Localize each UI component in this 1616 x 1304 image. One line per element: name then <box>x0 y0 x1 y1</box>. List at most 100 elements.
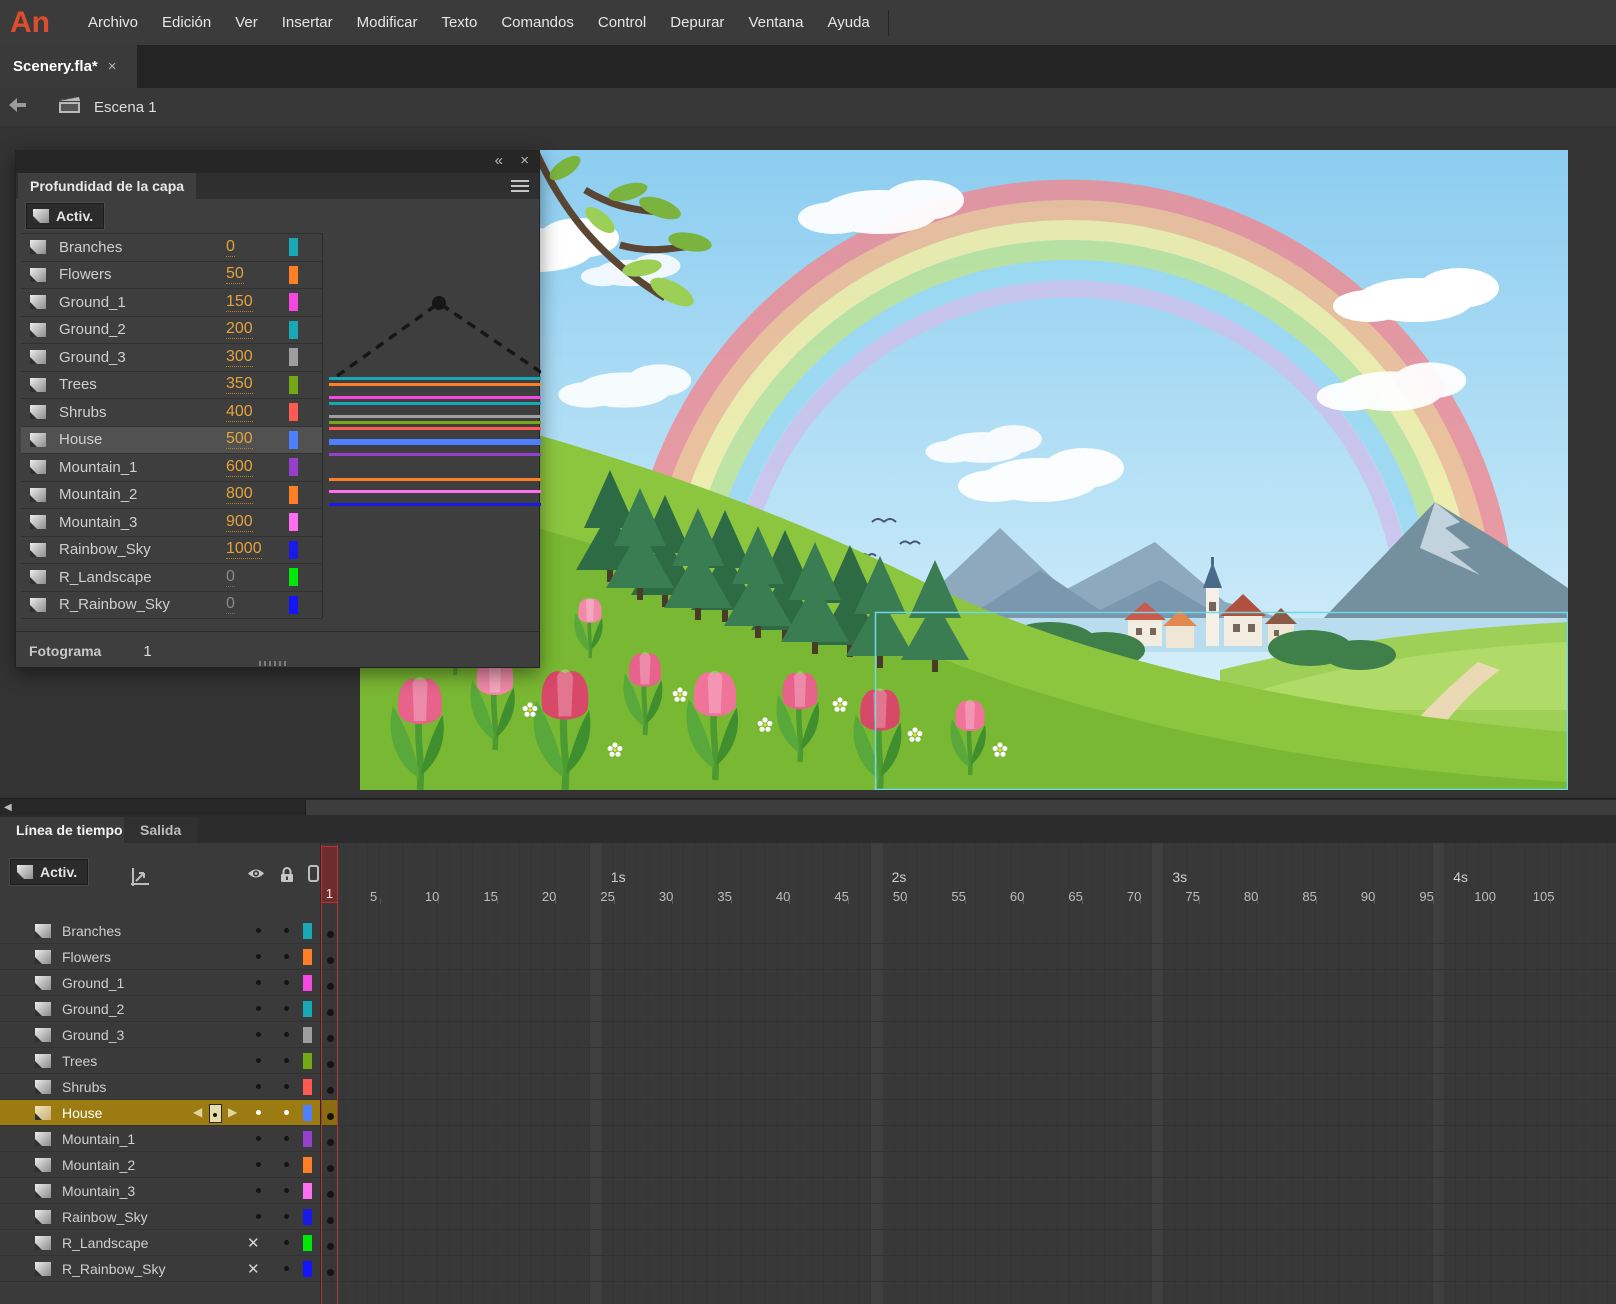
layer-color-swatch[interactable] <box>289 238 298 256</box>
depth-layer-row-flowers[interactable]: Flowers50 <box>21 262 322 290</box>
timeline-layer-row-flowers[interactable]: Flowers <box>0 944 320 970</box>
layer-color-swatch[interactable] <box>289 403 298 421</box>
layer-visibility-dot[interactable] <box>256 1214 261 1219</box>
panel-titlebar[interactable]: « × <box>16 151 539 173</box>
depth-value-field[interactable]: 50 <box>226 265 244 284</box>
depth-layer-row-mountain_3[interactable]: Mountain_3900 <box>21 509 322 537</box>
menu-comandos[interactable]: Comandos <box>489 14 586 31</box>
layer-outline-color-swatch[interactable] <box>303 1079 312 1095</box>
depth-value-field[interactable]: 350 <box>226 375 253 394</box>
depth-layer-row-branches[interactable]: Branches0 <box>21 234 322 262</box>
layer-outline-color-swatch[interactable] <box>303 1053 312 1069</box>
depth-layer-row-shrubs[interactable]: Shrubs400 <box>21 399 322 427</box>
depth-value-field[interactable]: 0 <box>226 238 235 257</box>
layer-visibility-dot[interactable] <box>256 980 261 985</box>
timeline-grid-row-mountain_1[interactable] <box>321 1126 1616 1152</box>
outline-color-column-icon[interactable] <box>308 865 319 887</box>
layer-color-swatch[interactable] <box>289 513 298 531</box>
timeline-grid-row-r_rainbow_sky[interactable] <box>321 1256 1616 1282</box>
playhead[interactable]: 1 <box>321 846 338 903</box>
timeline-layer-row-rainbow_sky[interactable]: Rainbow_Sky <box>0 1204 320 1230</box>
layer-lock-dot[interactable] <box>284 1136 289 1141</box>
timeline-layer-row-ground_1[interactable]: Ground_1 <box>0 970 320 996</box>
menu-depurar[interactable]: Depurar <box>658 14 736 31</box>
layer-lock-dot[interactable] <box>284 1084 289 1089</box>
timeline-active-layers-button[interactable]: Activ. <box>10 859 88 885</box>
camera-depth-handle[interactable] <box>432 296 446 310</box>
timeline-layer-row-mountain_3[interactable]: Mountain_3 <box>0 1178 320 1204</box>
layer-visibility-dot[interactable] <box>256 1136 261 1141</box>
tab-layer-depth[interactable]: Profundidad de la capa <box>18 173 196 199</box>
layer-lock-dot[interactable] <box>284 1006 289 1011</box>
active-layers-button[interactable]: Activ. <box>26 203 104 229</box>
timeline-grid-row-flowers[interactable] <box>321 944 1616 970</box>
layer-visibility-dot[interactable] <box>256 954 261 959</box>
layer-hidden-x-icon[interactable]: ✕ <box>247 1234 260 1252</box>
timeline-grid-row-rainbow_sky[interactable] <box>321 1204 1616 1230</box>
depth-value-field[interactable]: 200 <box>226 320 253 339</box>
timeline-grid-row-shrubs[interactable] <box>321 1074 1616 1100</box>
timeline-layer-row-branches[interactable]: Branches <box>0 918 320 944</box>
layer-color-swatch[interactable] <box>289 541 298 559</box>
timeline-layer-row-ground_3[interactable]: Ground_3 <box>0 1022 320 1048</box>
layer-color-swatch[interactable] <box>289 568 298 586</box>
layer-color-swatch[interactable] <box>289 376 298 394</box>
back-arrow-icon[interactable] <box>8 97 28 118</box>
depth-layer-row-house[interactable]: House500 <box>21 427 322 455</box>
depth-value-field[interactable]: 400 <box>226 403 253 422</box>
timeline-grid-row-house[interactable] <box>321 1100 1616 1126</box>
stage-canvas[interactable] <box>360 150 1568 790</box>
menu-control[interactable]: Control <box>586 14 658 31</box>
collapse-panel-icon[interactable]: « <box>495 152 503 169</box>
timeline-grid-row-ground_2[interactable] <box>321 996 1616 1022</box>
document-tab[interactable]: Scenery.fla* × <box>0 45 137 88</box>
menu-insertar[interactable]: Insertar <box>270 14 345 31</box>
layer-visibility-dot[interactable] <box>256 1162 261 1167</box>
layer-color-swatch[interactable] <box>289 486 298 504</box>
timeline-layer-row-shrubs[interactable]: Shrubs <box>0 1074 320 1100</box>
timeline-layer-row-mountain_2[interactable]: Mountain_2 <box>0 1152 320 1178</box>
timeline-grid-row-mountain_3[interactable] <box>321 1178 1616 1204</box>
menu-archivo[interactable]: Archivo <box>76 14 150 31</box>
tab-línea-de-tiempo[interactable]: Línea de tiempo <box>0 817 139 843</box>
layer-lock-dot[interactable] <box>284 1162 289 1167</box>
layer-visibility-dot[interactable] <box>256 1188 261 1193</box>
layer-visibility-dot[interactable] <box>256 1032 261 1037</box>
depth-value-field[interactable]: 900 <box>226 513 253 532</box>
menu-modificar[interactable]: Modificar <box>345 14 430 31</box>
timeline-grid[interactable]: 1s2s3s4s51015202530354045505560657075808… <box>321 843 1616 1304</box>
layer-outline-color-swatch[interactable] <box>303 1027 312 1043</box>
lock-all-icon[interactable] <box>280 867 294 888</box>
layer-color-swatch[interactable] <box>289 293 298 311</box>
previous-keyframe-icon[interactable]: ◀ <box>193 1105 202 1119</box>
show-hide-all-eye-icon[interactable] <box>247 867 265 885</box>
timeline-grid-row-ground_1[interactable] <box>321 970 1616 996</box>
layer-visibility-dot[interactable] <box>256 1084 261 1089</box>
easing-graph-icon[interactable] <box>130 867 150 892</box>
panel-menu-icon[interactable] <box>511 180 529 192</box>
layer-outline-color-swatch[interactable] <box>303 1001 312 1017</box>
menu-ventana[interactable]: Ventana <box>736 14 815 31</box>
depth-value-field[interactable]: 800 <box>226 485 253 504</box>
timeline-layer-row-ground_2[interactable]: Ground_2 <box>0 996 320 1022</box>
depth-layer-row-mountain_2[interactable]: Mountain_2800 <box>21 482 322 510</box>
layer-lock-dot[interactable] <box>284 980 289 985</box>
menu-edición[interactable]: Edición <box>150 14 223 31</box>
layer-color-swatch[interactable] <box>289 431 298 449</box>
depth-value-field[interactable]: 1000 <box>226 540 262 559</box>
depth-layer-row-r_landscape[interactable]: R_Landscape0 <box>21 564 322 592</box>
layer-outline-color-swatch[interactable] <box>303 1235 312 1251</box>
horizontal-scrollbar[interactable]: ◀ <box>0 798 1616 816</box>
menu-texto[interactable]: Texto <box>429 14 489 31</box>
depth-value-field[interactable]: 0 <box>226 595 235 614</box>
layer-outline-color-swatch[interactable] <box>303 1131 312 1147</box>
menu-ayuda[interactable]: Ayuda <box>816 14 882 31</box>
layer-outline-color-swatch[interactable] <box>303 1209 312 1225</box>
timeline-grid-row-mountain_2[interactable] <box>321 1152 1616 1178</box>
layer-outline-color-swatch[interactable] <box>303 1105 312 1121</box>
layer-outline-color-swatch[interactable] <box>303 923 312 939</box>
timeline-grid-row-branches[interactable] <box>321 918 1616 944</box>
depth-layer-row-trees[interactable]: Trees350 <box>21 372 322 400</box>
depth-layer-row-ground_2[interactable]: Ground_2200 <box>21 317 322 345</box>
depth-value-field[interactable]: 150 <box>226 293 253 312</box>
